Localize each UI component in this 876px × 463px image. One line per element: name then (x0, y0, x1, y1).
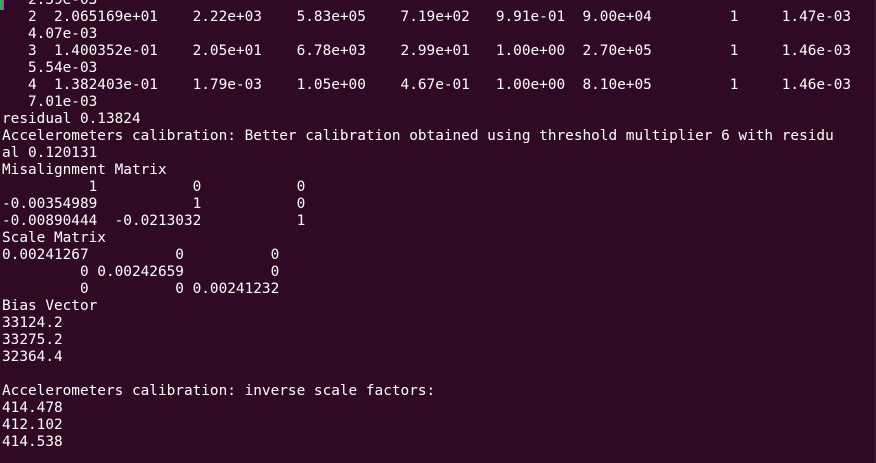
output-line: 7.01e-03 (2, 94, 98, 110)
output-line: 33275.2 (2, 332, 63, 348)
output-line: Misalignment Matrix (2, 162, 167, 178)
output-line: 3 1.400352e-01 2.05e+01 6.78e+03 2.99e+0… (2, 43, 852, 59)
terminal-window[interactable]: 2.59e-03 2 2.065169e+01 2.22e+03 5.83e+0… (0, 0, 876, 463)
output-line: 4 1.382403e-01 1.79e-03 1.05e+00 4.67e-0… (2, 77, 852, 93)
output-line: 1 0 0 (2, 179, 306, 195)
output-line: 5.54e-03 (2, 60, 98, 76)
output-line: residual 0.13824 (2, 111, 141, 127)
output-line: Scale Matrix (2, 230, 106, 246)
output-line: -0.00890444 -0.0213032 1 (2, 213, 306, 229)
output-line: 2.59e-03 (2, 0, 98, 8)
output-line: al 0.120131 (2, 145, 98, 161)
output-line: 412.102 (2, 417, 63, 433)
output-line: 32364.4 (2, 349, 63, 365)
output-line: 33124.2 (2, 315, 63, 331)
output-line: 0 0.00242659 0 (2, 264, 280, 280)
output-line: Accelerometers calibration: Better calib… (2, 128, 834, 144)
output-line: 414.478 (2, 400, 63, 416)
output-line: -0.00354989 1 0 (2, 196, 306, 212)
output-line: Bias Vector (2, 298, 98, 314)
output-line: 0.00241267 0 0 (2, 247, 280, 263)
output-line: Accelerometers calibration: inverse scal… (2, 383, 436, 399)
output-line: 4.07e-03 (2, 26, 98, 42)
output-line: 0 0 0.00241232 (2, 281, 280, 297)
output-line: 2 2.065169e+01 2.22e+03 5.83e+05 7.19e+0… (2, 9, 852, 25)
terminal-output: 2.59e-03 2 2.065169e+01 2.22e+03 5.83e+0… (2, 0, 851, 451)
output-line: 414.538 (2, 434, 63, 450)
